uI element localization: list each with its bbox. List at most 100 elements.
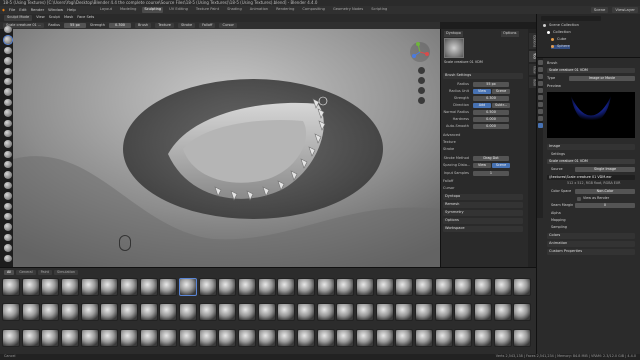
pan-icon[interactable] <box>418 77 425 84</box>
color-space-select[interactable]: Non-Color <box>575 189 635 194</box>
radius-field[interactable]: 55 px <box>64 22 86 29</box>
annotate-icon[interactable] <box>4 254 12 262</box>
brush-asset-tile[interactable] <box>493 303 512 322</box>
tab-scripting[interactable]: Scripting <box>369 7 389 13</box>
dyntopo-popover[interactable]: Dyntopo <box>444 31 463 37</box>
brush-asset-tile[interactable] <box>316 328 335 347</box>
texture-tab-icon[interactable] <box>537 123 543 128</box>
outliner-row[interactable]: Sphere <box>551 44 570 49</box>
3d-viewport[interactable] <box>13 29 440 267</box>
brush-datablock[interactable]: Scale creature 01 VDM <box>547 68 635 73</box>
brush-asset-tile[interactable] <box>375 303 394 322</box>
edit-face-set-icon[interactable] <box>4 202 12 211</box>
menu-file[interactable]: File <box>9 8 15 12</box>
brush-asset-tile[interactable] <box>119 278 138 296</box>
stroke-popover[interactable]: Stroke <box>177 22 196 29</box>
brush-asset-tile[interactable] <box>513 303 532 322</box>
alpha-subpanel[interactable]: Alpha <box>551 211 561 215</box>
flatten-brush-icon[interactable] <box>4 67 12 75</box>
brush-asset-tile[interactable] <box>316 303 335 322</box>
brush-asset-tile[interactable] <box>395 278 414 296</box>
data-tab-icon[interactable] <box>537 109 543 114</box>
dyntopo-panel[interactable]: Dyntopo <box>443 194 523 200</box>
menu-window[interactable]: Window <box>48 8 63 12</box>
cursor-popover[interactable]: Cursor <box>219 22 237 29</box>
tab-animation[interactable]: Animation <box>248 7 270 13</box>
stroke-subpanel[interactable]: Stroke <box>443 147 454 152</box>
move-icon[interactable] <box>4 223 12 231</box>
draw-brush-icon[interactable] <box>4 36 12 44</box>
cloth-filter-icon[interactable] <box>4 181 12 190</box>
menu-view[interactable]: View <box>36 16 45 20</box>
menu-render[interactable]: Render <box>31 8 45 12</box>
blender-logo-icon[interactable]: ◆ <box>2 8 5 12</box>
brush-asset-tile[interactable] <box>434 303 453 322</box>
brush-asset-tile[interactable] <box>178 328 197 347</box>
strength-field[interactable]: 0.300 <box>109 22 132 29</box>
menu-mask[interactable]: Mask <box>64 16 73 20</box>
seam-margin-field[interactable]: 0 <box>575 203 635 208</box>
tab-options[interactable]: Options <box>528 33 537 50</box>
filepath-field[interactable]: //textures\Scale creature 01 VDM.exr <box>547 175 635 180</box>
brush-asset-tile[interactable] <box>198 278 217 296</box>
brush-asset-tile[interactable] <box>21 278 40 296</box>
brush-asset-tile[interactable] <box>414 328 433 347</box>
preview-header[interactable]: Preview <box>547 84 561 89</box>
spacing-scene[interactable]: Scene <box>492 163 510 168</box>
workspace-panel[interactable]: Workspace <box>443 226 523 232</box>
brush-asset-tile[interactable] <box>257 278 276 296</box>
brush-asset-tile[interactable] <box>100 278 119 296</box>
color-filter-icon[interactable] <box>4 192 12 200</box>
texture-subpanel[interactable]: Texture <box>443 140 456 145</box>
brush-asset-tile[interactable] <box>237 303 256 322</box>
object-tab-icon[interactable] <box>537 95 543 100</box>
brush-asset-tile[interactable] <box>296 328 315 347</box>
brush-asset-tile[interactable] <box>336 303 355 322</box>
brush-asset-tile[interactable] <box>473 278 492 296</box>
brush-asset-tile[interactable] <box>277 278 296 296</box>
brush-asset-tile[interactable] <box>257 303 276 322</box>
mesh-filter-icon[interactable] <box>4 171 12 179</box>
brush-asset-tile[interactable] <box>218 303 237 322</box>
remesh-panel[interactable]: Remesh <box>443 202 523 208</box>
tab-modeling[interactable]: Modeling <box>118 7 138 13</box>
brush-asset-tile[interactable] <box>237 328 256 347</box>
brush-asset-tile[interactable] <box>473 328 492 347</box>
tab-rendering[interactable]: Rendering <box>274 7 296 13</box>
brush-asset-tile[interactable] <box>355 278 374 296</box>
brush-asset-tile[interactable] <box>41 328 60 347</box>
brush-asset-tile[interactable] <box>277 328 296 347</box>
radius-unit-scene[interactable]: Scene <box>492 89 510 94</box>
brush-asset-tile[interactable] <box>21 303 40 322</box>
type-select[interactable]: Image or Movie <box>569 76 635 81</box>
mode-selector[interactable]: Sculpt Mode <box>4 15 33 21</box>
brush-asset-tile[interactable] <box>513 328 532 347</box>
brush-asset-tile[interactable] <box>237 278 256 296</box>
outliner-row[interactable]: Cube <box>551 37 566 42</box>
brush-asset-tile[interactable] <box>2 278 20 296</box>
zoom-icon[interactable] <box>418 67 425 74</box>
brush-asset-tile[interactable] <box>414 303 433 322</box>
render-tab-icon[interactable] <box>537 67 543 72</box>
brush-asset-tile[interactable] <box>414 278 433 296</box>
sampling-subpanel[interactable]: Sampling <box>551 225 567 229</box>
brush-asset-tile[interactable] <box>277 303 296 322</box>
outliner-row[interactable]: Scene Collection <box>543 23 579 28</box>
mapping-subpanel[interactable]: Mapping <box>551 218 566 222</box>
spacing-view[interactable]: View <box>473 163 491 168</box>
scale-icon[interactable] <box>4 244 12 252</box>
menu-face-sets[interactable]: Face Sets <box>77 16 94 20</box>
input-samples-field[interactable]: 1 <box>473 171 509 176</box>
navigation-gizmo[interactable] <box>409 41 431 63</box>
brush-asset-tile[interactable] <box>454 328 473 347</box>
brush-asset-tile[interactable] <box>198 328 217 347</box>
snake-hook-icon[interactable] <box>4 98 12 107</box>
brush-asset-tile[interactable] <box>395 303 414 322</box>
trim-icon[interactable] <box>4 150 12 159</box>
shelf-tab-all[interactable]: All <box>4 270 15 276</box>
brush-asset-tile[interactable] <box>119 328 138 347</box>
brush-asset-tile[interactable] <box>375 278 394 296</box>
world-tab-icon[interactable] <box>537 88 543 93</box>
brush-asset-tile[interactable] <box>434 328 453 347</box>
scene-tab-icon[interactable] <box>537 81 543 86</box>
